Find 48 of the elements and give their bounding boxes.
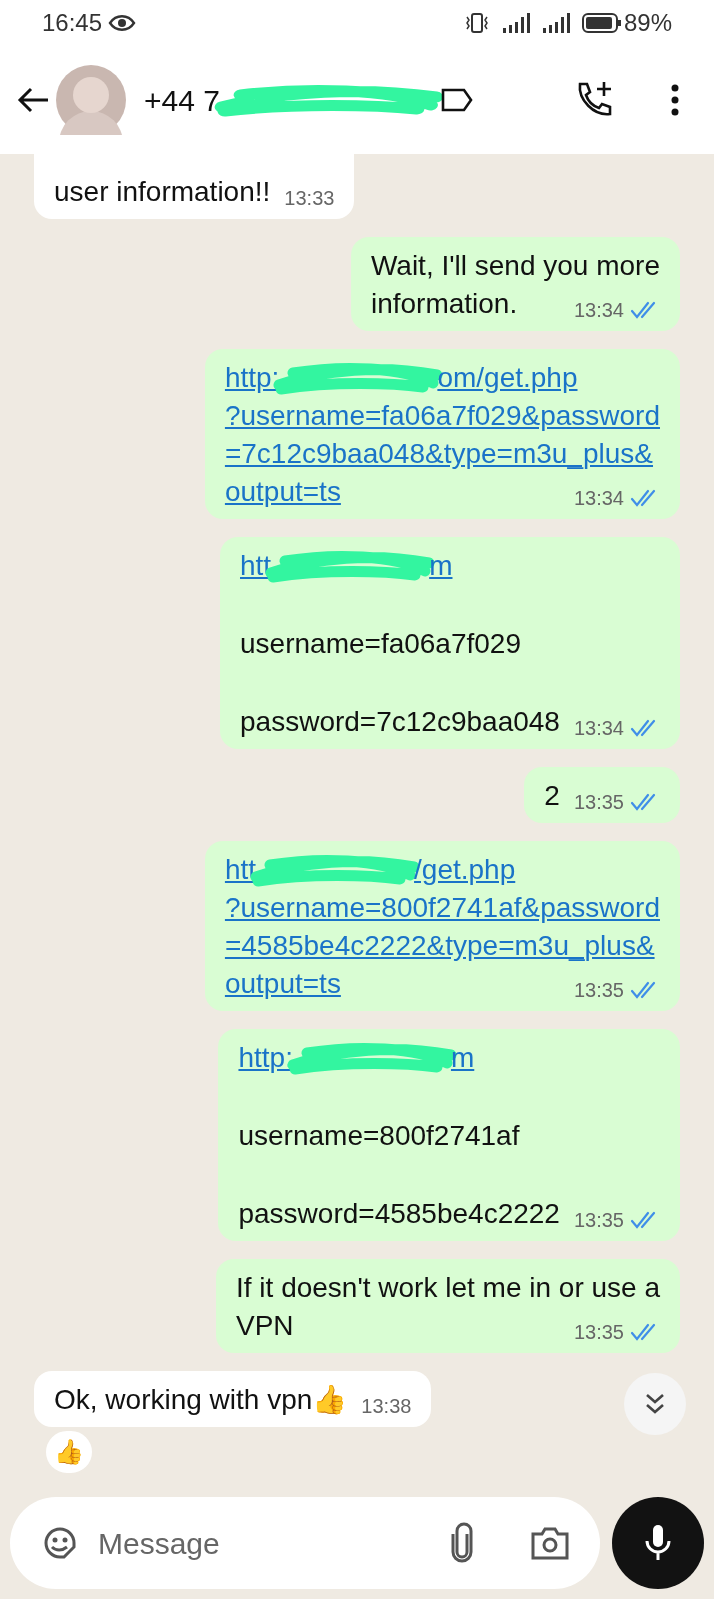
link[interactable]: output=ts	[224, 473, 341, 511]
contact-name[interactable]: +44 7	[144, 77, 438, 123]
link[interactable]: =7c12c9baa048&type=m3u_plus&	[224, 435, 653, 473]
message-input[interactable]: Message	[98, 1520, 450, 1566]
message-text: username=fa06a7f029	[240, 627, 521, 661]
more-options-icon[interactable]	[670, 84, 680, 116]
link[interactable]: m	[450, 1039, 475, 1077]
back-arrow-icon[interactable]	[16, 86, 50, 114]
double-chevron-icon	[644, 1392, 666, 1416]
link[interactable]: ?username=800f2741af&password	[224, 889, 660, 927]
message-text: password=4585be4c2222	[238, 1197, 560, 1231]
message-time: 13:34	[573, 716, 624, 741]
signal-icon	[501, 12, 530, 34]
message-time: 13:35	[573, 790, 624, 815]
link[interactable]: http:	[238, 1039, 293, 1077]
message-time: 13:33	[284, 186, 335, 211]
vibrate-icon	[463, 12, 490, 34]
message-text: username=800f2741af	[238, 1119, 520, 1153]
link[interactable]: =4585be4c2222&type=m3u_plus&	[224, 927, 655, 965]
label-icon[interactable]	[439, 87, 474, 113]
message-text: VPN	[236, 1309, 294, 1343]
message-text: password=7c12c9baa048	[240, 705, 560, 739]
message-text: Ok, working with vpn👍	[54, 1383, 348, 1417]
link[interactable]: http:	[224, 359, 280, 397]
battery-percentage: 89%	[623, 8, 672, 38]
message-text: Wait, I'll send you more	[370, 249, 660, 283]
link[interactable]: ?username=fa06a7f029&password	[224, 397, 660, 435]
message-text: If it doesn't work let me in or use a	[236, 1271, 660, 1305]
link[interactable]: om/get.php	[437, 359, 578, 397]
message-field[interactable]: Message	[10, 1497, 600, 1589]
paperclip-icon[interactable]	[450, 1522, 474, 1564]
battery-icon	[581, 12, 622, 34]
message-text: information.	[370, 287, 518, 321]
signal-icon	[541, 12, 570, 34]
message-time: 13:38	[361, 1394, 412, 1419]
eye-icon	[108, 13, 137, 33]
status-time: 16:45	[42, 8, 103, 38]
link[interactable]: output=ts	[224, 965, 341, 1003]
message-time: 13:35	[573, 1208, 624, 1233]
camera-icon[interactable]	[530, 1525, 570, 1561]
message-time: 13:34	[573, 486, 624, 511]
message-time: 13:34	[573, 298, 624, 323]
message-time: 13:35	[573, 1320, 624, 1345]
message-text: 2	[544, 779, 560, 813]
message-time: 13:35	[573, 978, 624, 1003]
message-text: user information!!	[54, 175, 271, 209]
link[interactable]: m	[429, 547, 453, 585]
microphone-icon	[645, 1524, 671, 1562]
